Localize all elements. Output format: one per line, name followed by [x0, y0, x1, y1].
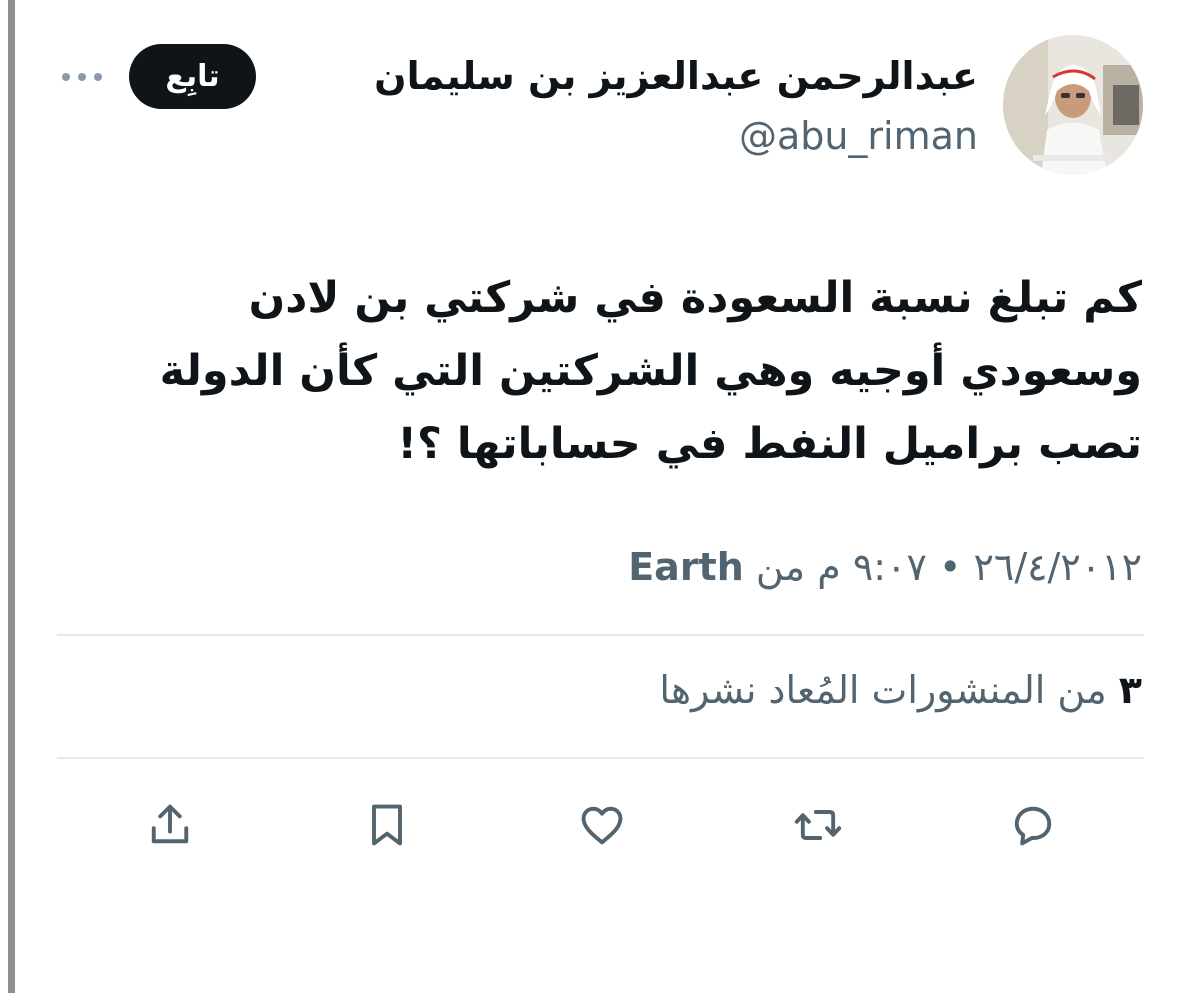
dot: [62, 73, 70, 81]
divider: [57, 634, 1144, 636]
from-label: من: [755, 545, 806, 589]
avatar[interactable]: [1003, 35, 1143, 175]
tweet-line: تصب براميل النفط في حساباتها ؟!: [397, 419, 1142, 469]
divider: [57, 757, 1144, 759]
repost-count: ٣: [1118, 668, 1142, 712]
repost-count-row[interactable]: ٣ من المنشورات المُعاد نشرها: [659, 668, 1142, 712]
heart-icon: [581, 806, 623, 845]
repost-label: من المنشورات المُعاد نشرها: [659, 668, 1107, 712]
bookmark-button[interactable]: [357, 795, 417, 855]
follow-button[interactable]: تابِع: [129, 44, 256, 109]
tweet-meta: ٢٦/٤/٢٠١٢ • ٩:٠٧ م من Earth: [628, 545, 1142, 589]
meta-separator: •: [939, 545, 962, 589]
tweet-time[interactable]: ٩:٠٧ م: [817, 545, 927, 589]
repost-icon: [794, 810, 842, 840]
dot: [78, 73, 86, 81]
like-button[interactable]: [572, 795, 632, 855]
profile-photo: [1003, 35, 1143, 175]
display-name[interactable]: عبدالرحمن عبدالعزيز بن سليمان: [374, 50, 978, 102]
tweet-card: عبدالرحمن عبدالعزيز بن سليمان @abu_riman…: [0, 0, 1200, 993]
dot: [94, 73, 102, 81]
more-dots-icon[interactable]: [62, 62, 104, 92]
tweet-text: كم تبلغ نسبة السعودة في شركتي بن لادن وس…: [102, 262, 1142, 481]
tweet-source: Earth: [628, 545, 744, 589]
repost-button[interactable]: [788, 795, 848, 855]
reply-icon: [1014, 806, 1052, 846]
tweet-line: كم تبلغ نسبة السعودة في شركتي بن لادن: [248, 273, 1142, 323]
user-handle[interactable]: @abu_riman: [374, 110, 978, 162]
tweet-line: وسعودي أوجيه وهي الشركتين التي كأن الدول…: [159, 346, 1142, 396]
bookmark-icon: [372, 804, 402, 846]
reply-button[interactable]: [1003, 795, 1063, 855]
tweet-date[interactable]: ٢٦/٤/٢٠١٢: [974, 545, 1142, 589]
share-icon: [151, 804, 189, 844]
share-button[interactable]: [140, 795, 200, 855]
author-names: عبدالرحمن عبدالعزيز بن سليمان @abu_riman: [374, 50, 978, 162]
